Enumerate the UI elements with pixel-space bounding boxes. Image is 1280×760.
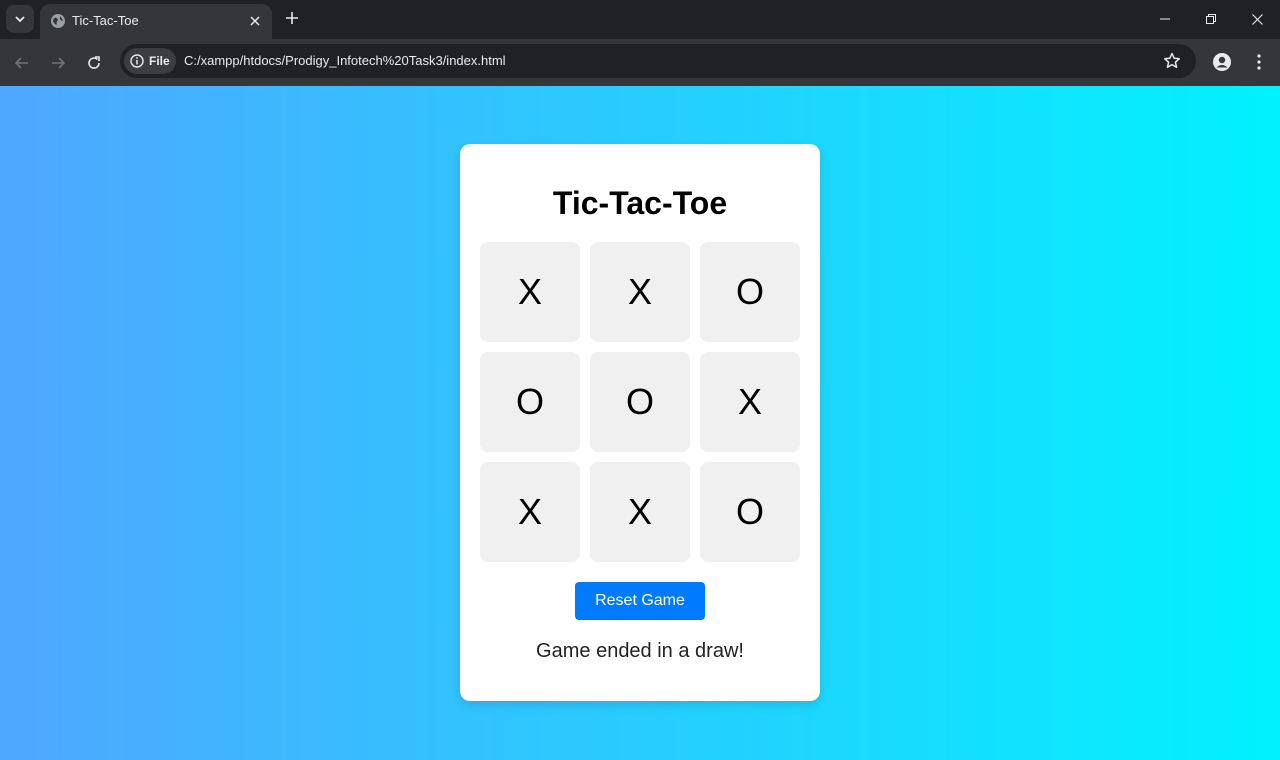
tab-strip: Tic-Tac-Toe <box>0 0 1280 39</box>
reload-icon <box>88 56 100 69</box>
file-chip-label: File <box>149 54 170 68</box>
arrow-left-icon <box>14 57 28 69</box>
forward-button[interactable] <box>43 48 73 78</box>
board-cell-8[interactable]: X <box>590 462 690 562</box>
plus-icon <box>286 12 298 24</box>
minimize-button[interactable] <box>1142 0 1188 38</box>
restore-icon <box>1206 14 1216 24</box>
board-cell-9[interactable]: O <box>700 462 800 562</box>
star-icon <box>1163 52 1181 69</box>
close-icon <box>1251 13 1263 25</box>
board-cell-5[interactable]: O <box>590 352 690 452</box>
board-cell-7[interactable]: X <box>480 462 580 562</box>
tab-search-button[interactable] <box>6 5 34 33</box>
new-tab-button[interactable] <box>280 6 304 30</box>
site-info-chip[interactable]: File <box>124 48 176 74</box>
game-board: X X O O O X X X O <box>480 242 800 562</box>
back-button[interactable] <box>7 48 37 78</box>
arrow-right-icon <box>52 57 66 69</box>
globe-icon <box>51 14 65 28</box>
board-cell-4[interactable]: O <box>480 352 580 452</box>
board-cell-1[interactable]: X <box>480 242 580 342</box>
board-cell-2[interactable]: X <box>590 242 690 342</box>
browser-toolbar: File C:/xampp/htdocs/Prodigy_Infotech%20… <box>0 39 1280 86</box>
restore-button[interactable] <box>1188 0 1234 38</box>
bookmark-button[interactable] <box>1162 51 1182 71</box>
game-card: Tic-Tac-Toe X X O O O X X X O Reset Game… <box>460 144 820 701</box>
board-cell-3[interactable]: O <box>700 242 800 342</box>
person-icon <box>1213 53 1231 71</box>
page-viewport: Tic-Tac-Toe X X O O O X X X O Reset Game… <box>0 86 1280 760</box>
close-window-button[interactable] <box>1234 0 1280 38</box>
menu-button[interactable] <box>1245 48 1273 76</box>
info-icon <box>130 54 144 68</box>
chevron-down-icon <box>15 16 25 23</box>
tab-close-button[interactable] <box>246 12 264 30</box>
profile-button[interactable] <box>1208 48 1236 76</box>
tab-title: Tic-Tac-Toe <box>72 13 139 28</box>
page-title: Tic-Tac-Toe <box>552 185 728 221</box>
more-vert-icon <box>1257 54 1261 70</box>
reload-button[interactable] <box>79 48 109 78</box>
close-icon <box>250 16 260 26</box>
active-tab[interactable]: Tic-Tac-Toe <box>40 4 272 39</box>
url-text[interactable]: C:/xampp/htdocs/Prodigy_Infotech%20Task3… <box>184 53 506 69</box>
minimize-icon <box>1160 18 1170 20</box>
address-bar[interactable]: File C:/xampp/htdocs/Prodigy_Infotech%20… <box>120 44 1196 78</box>
board-cell-6[interactable]: X <box>700 352 800 452</box>
reset-game-button[interactable]: Reset Game <box>575 582 705 620</box>
game-status-message: Game ended in a draw! <box>536 640 744 662</box>
